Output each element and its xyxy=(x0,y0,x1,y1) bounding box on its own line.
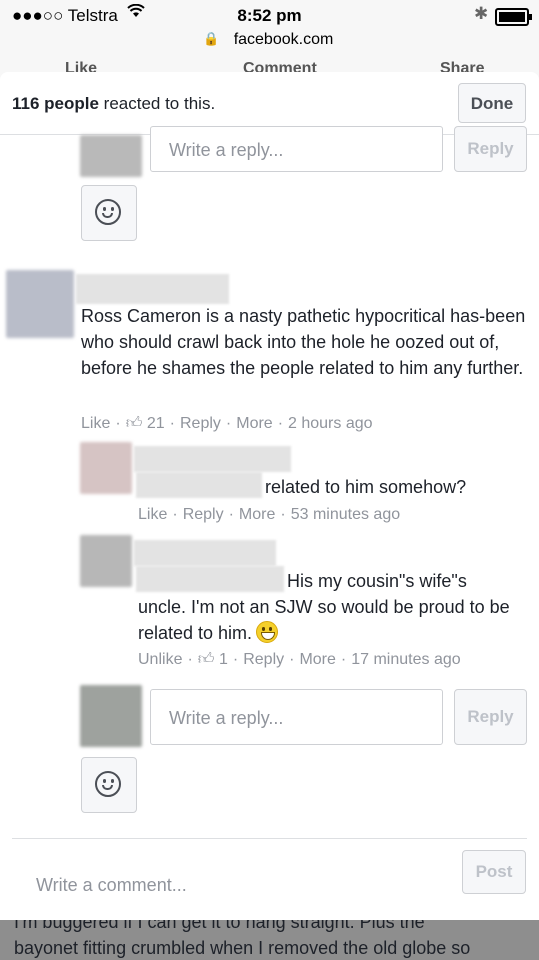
thumbs-up-icon: 👍︎ xyxy=(197,651,215,668)
comment-text: uncle. I'm not an SJW so would be proud … xyxy=(138,597,510,643)
footer-divider xyxy=(12,838,527,839)
reply-link[interactable]: Reply xyxy=(183,506,224,523)
reply-button[interactable]: Reply xyxy=(454,126,527,172)
timestamp[interactable]: 17 minutes ago xyxy=(351,651,460,668)
comment-text: related to him somehow? xyxy=(265,477,467,497)
more-link[interactable]: More xyxy=(299,651,335,668)
reply-input[interactable]: Write a reply... xyxy=(150,689,443,745)
smiley-icon xyxy=(95,771,121,797)
comment-actions: Like · Reply · More · 53 minutes ago xyxy=(138,506,401,523)
post-button[interactable]: Post xyxy=(462,850,526,894)
comment-actions: Unlike · 👍︎ 1 · Reply · More · 17 minutes ago xyxy=(138,651,461,668)
avatar[interactable] xyxy=(6,270,74,338)
thumbs-up-icon: 👍︎ xyxy=(125,415,143,432)
mention-redacted[interactable] xyxy=(136,566,284,592)
commenter-name-redacted[interactable] xyxy=(134,540,276,566)
grin-emoji-icon xyxy=(256,621,279,643)
comment-text-line1: His my cousin"s wife"s xyxy=(287,571,467,591)
mention-redacted[interactable] xyxy=(136,472,262,498)
like-link[interactable]: Like xyxy=(138,506,167,523)
more-link[interactable]: More xyxy=(239,506,275,523)
comment-input[interactable]: Write a comment... xyxy=(36,875,187,896)
like-link[interactable]: Like xyxy=(81,415,110,432)
battery-icon xyxy=(495,8,532,26)
emoji-button[interactable] xyxy=(81,185,137,241)
done-button[interactable]: Done xyxy=(458,83,526,123)
comment-text: Ross Cameron is a nasty pathetic hypocri… xyxy=(81,306,526,378)
reply-button[interactable]: Reply xyxy=(454,689,527,745)
reply-link[interactable]: Reply xyxy=(243,651,284,668)
reactions-summary[interactable]: 116 people reacted to this. xyxy=(12,94,215,114)
unlike-link[interactable]: Unlike xyxy=(138,651,182,668)
like-count[interactable]: 21 xyxy=(147,415,165,432)
avatar[interactable] xyxy=(80,535,132,587)
avatar[interactable] xyxy=(80,135,142,177)
reply-input[interactable]: Write a reply... xyxy=(150,126,443,172)
smiley-icon xyxy=(95,199,121,225)
timestamp[interactable]: 53 minutes ago xyxy=(291,506,400,523)
avatar[interactable] xyxy=(80,442,132,494)
like-count[interactable]: 1 xyxy=(219,651,228,668)
url-label[interactable]: facebook.com xyxy=(0,31,539,49)
commenter-name-redacted[interactable] xyxy=(76,274,229,304)
bluetooth-icon: ✱ xyxy=(474,4,489,23)
emoji-button[interactable] xyxy=(81,757,137,813)
more-link[interactable]: More xyxy=(236,415,272,432)
avatar[interactable] xyxy=(80,685,142,747)
timestamp[interactable]: 2 hours ago xyxy=(288,415,373,432)
clock: 8:52 pm xyxy=(237,6,302,25)
background-text-line2: bayonet fitting crumbled when I removed … xyxy=(14,938,471,958)
reply-link[interactable]: Reply xyxy=(180,415,221,432)
commenter-name-redacted[interactable] xyxy=(134,446,291,472)
comment-actions: Like · 👍︎ 21 · Reply · More · 2 hours ago xyxy=(81,415,373,432)
